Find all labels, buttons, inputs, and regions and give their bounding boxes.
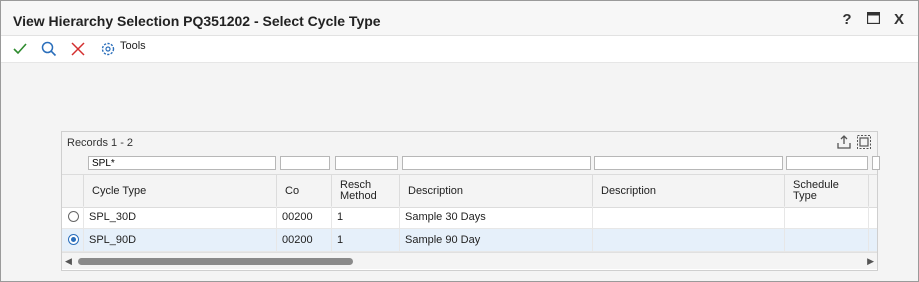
maximize-icon: [866, 11, 880, 25]
column-header-row: Cycle Type Co Resch Method Description D…: [62, 174, 877, 208]
row-select-cell: [62, 229, 84, 251]
schedule-type-cell: [785, 206, 869, 228]
description-2-cell: [593, 206, 785, 228]
gear-icon: [101, 42, 115, 56]
grid-settings-button[interactable]: [856, 134, 872, 150]
title-bar: View Hierarchy Selection PQ351202 - Sele…: [1, 1, 918, 36]
description-2-filter[interactable]: [594, 156, 783, 170]
close-icon: [71, 42, 85, 56]
co-cell: 00200: [277, 229, 332, 251]
grid-header-bar: Records 1 - 2: [62, 132, 877, 154]
description-cell: Sample 30 Days: [400, 206, 593, 228]
maximize-button[interactable]: [866, 11, 880, 28]
grid-fullscreen-icon: [857, 135, 871, 149]
cycle-type-filter[interactable]: [88, 156, 276, 170]
window-controls: ? X: [840, 11, 906, 28]
find-button[interactable]: [40, 40, 58, 58]
horizontal-scrollbar[interactable]: ◀ ▶: [62, 252, 877, 269]
row-select-cell: [62, 206, 84, 228]
cancel-button[interactable]: [69, 40, 87, 58]
column-header-co[interactable]: Co: [277, 175, 332, 207]
co-filter[interactable]: [280, 156, 330, 170]
search-icon: [41, 41, 57, 57]
records-grid: Records 1 - 2 SPL* Cycle Type Co Resch M…: [61, 131, 880, 271]
column-header-resch-method[interactable]: Resch Method: [332, 175, 400, 207]
tools-button[interactable]: [99, 40, 117, 58]
scroll-left-icon[interactable]: ◀: [65, 256, 72, 267]
row-select-radio[interactable]: [68, 234, 79, 245]
help-button[interactable]: ?: [840, 11, 854, 28]
description-2-cell: [593, 229, 785, 251]
ok-button[interactable]: [11, 40, 29, 58]
check-icon: [13, 43, 27, 55]
row-select-radio[interactable]: [68, 211, 79, 222]
toolbar: Tools: [1, 36, 918, 63]
description-cell: Sample 90 Day: [400, 229, 593, 251]
export-button[interactable]: [836, 134, 852, 150]
window-title: View Hierarchy Selection PQ351202 - Sele…: [13, 13, 381, 29]
column-header-schedule-type[interactable]: Schedule Type: [785, 175, 869, 207]
grid-actions: [836, 134, 872, 150]
co-cell: 00200: [277, 206, 332, 228]
description-filter[interactable]: [402, 156, 591, 170]
schedule-type-filter[interactable]: [786, 156, 868, 170]
tools-menu-label[interactable]: Tools: [120, 40, 146, 52]
scroll-right-icon[interactable]: ▶: [867, 256, 874, 267]
cycle-type-cell: SPL_30D: [84, 206, 277, 228]
dialog-window: View Hierarchy Selection PQ351202 - Sele…: [0, 0, 919, 282]
column-header-description[interactable]: Description: [400, 175, 593, 207]
close-button[interactable]: X: [892, 11, 906, 28]
extra-filter[interactable]: [872, 156, 880, 170]
table-row[interactable]: SPL_90D 00200 1 Sample 90 Day: [62, 229, 877, 252]
query-by-example-row: [62, 154, 880, 174]
column-header-description-2[interactable]: Description: [593, 175, 785, 207]
resch-method-filter[interactable]: [335, 156, 398, 170]
column-header-cycle-type[interactable]: Cycle Type: [84, 175, 277, 207]
select-column-header: [62, 175, 84, 207]
cycle-type-cell: SPL_90D: [84, 229, 277, 251]
scroll-thumb[interactable]: [78, 258, 353, 265]
resch-method-cell: 1: [332, 206, 400, 228]
records-count: Records 1 - 2: [67, 137, 134, 149]
schedule-type-cell: [785, 229, 869, 251]
table-row[interactable]: SPL_30D 00200 1 Sample 30 Days: [62, 206, 877, 229]
resch-method-cell: 1: [332, 229, 400, 251]
export-icon: [837, 135, 851, 149]
